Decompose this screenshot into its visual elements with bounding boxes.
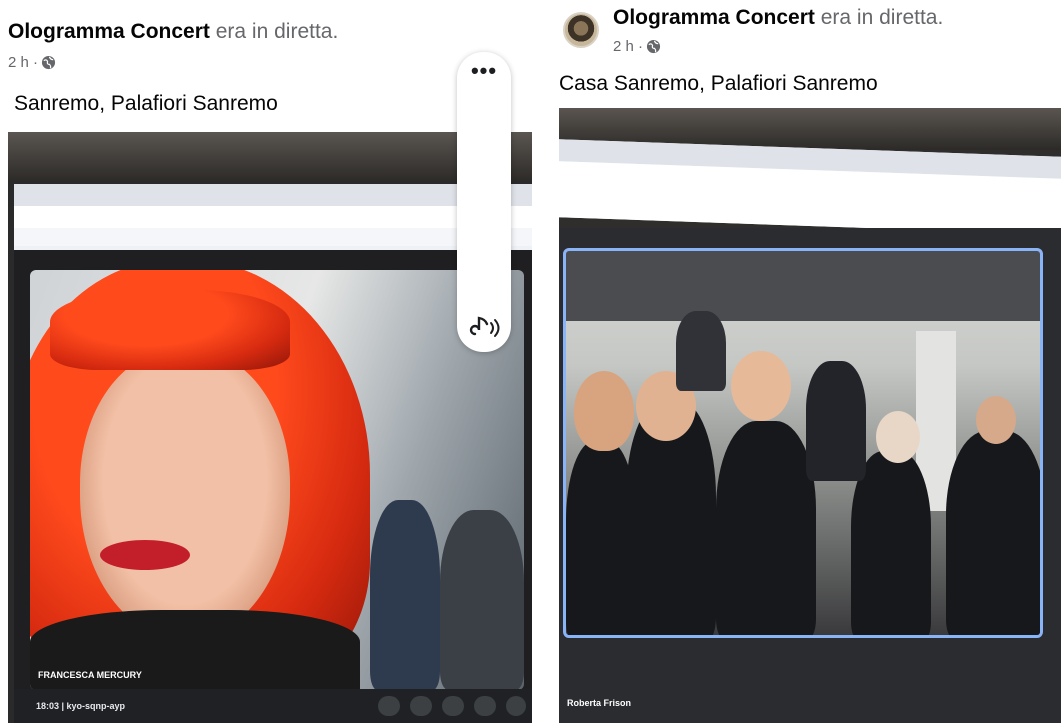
crowd-head [976, 396, 1016, 444]
crowd-person [946, 431, 1040, 635]
more-options-icon[interactable]: ••• [457, 60, 511, 90]
lips-shape [100, 540, 190, 570]
crowd-person [566, 441, 636, 635]
browser-window [14, 184, 532, 250]
meeting-info: 18:03 | kyo-sqnp-ayp [36, 701, 126, 711]
meet-control-bar: 18:03 | kyo-sqnp-ayp [14, 689, 532, 723]
meet-window: Roberta Frison [559, 228, 1061, 723]
post-meta: 2 h · [8, 54, 56, 71]
crowd-head [731, 351, 791, 421]
background-person [370, 500, 440, 690]
video-side-controls: ••• [457, 52, 511, 352]
live-post-left: Ologramma Concert era in diretta. 2 h · … [0, 0, 532, 723]
participant-name-label: Roberta Frison [567, 698, 632, 708]
mic-button[interactable] [378, 696, 400, 716]
public-globe-icon [646, 39, 661, 54]
page-avatar[interactable] [563, 12, 599, 48]
post-meta: 2 h · [613, 38, 661, 55]
public-globe-icon [41, 55, 56, 70]
meet-window: FRANCESCA MERCURY 18:03 | kyo-sqnp-ayp [14, 250, 532, 723]
more-options-button[interactable] [506, 696, 526, 716]
bangs-shape [50, 290, 290, 370]
live-status-text: era in diretta. [820, 6, 944, 29]
post-location[interactable]: Casa Sanremo, Palafiori Sanremo [559, 72, 878, 96]
video-frame[interactable]: FRANCESCA MERCURY 18:03 | kyo-sqnp-ayp [8, 132, 532, 723]
page-name-link[interactable]: Ologramma Concert [8, 20, 210, 43]
background-person [440, 510, 524, 690]
post-header: Ologramma Concert era in diretta. [8, 20, 338, 44]
browser-window [559, 139, 1061, 235]
post-header: Ologramma Concert era in diretta. [613, 6, 943, 30]
camera-button[interactable] [410, 696, 432, 716]
sound-toggle-icon[interactable] [457, 312, 511, 342]
live-status-text: era in diretta. [215, 20, 339, 43]
crowd-head [876, 411, 920, 463]
participant-tile[interactable]: FRANCESCA MERCURY [30, 270, 524, 690]
crowd-head [574, 371, 634, 451]
browser-bookmarks-bar [14, 228, 532, 246]
page-name-link[interactable]: Ologramma Concert [613, 6, 815, 29]
panel-gap [532, 0, 555, 723]
live-post-right: Ologramma Concert era in diretta. 2 h · … [555, 0, 1061, 723]
crowd-person [676, 311, 726, 391]
tile-top-shade [566, 251, 1040, 321]
participant-name-label: FRANCESCA MERCURY [38, 670, 142, 680]
browser-address-bar [14, 206, 532, 228]
crowd-person [716, 421, 816, 635]
video-frame[interactable]: Roberta Frison [559, 108, 1061, 723]
face-shape [80, 350, 290, 640]
participant-tile[interactable] [563, 248, 1043, 638]
post-location[interactable]: Sanremo, Palafiori Sanremo [14, 92, 278, 116]
captions-button[interactable] [442, 696, 464, 716]
screenshot-stage: Ologramma Concert era in diretta. 2 h · … [0, 0, 1061, 723]
post-time[interactable]: 2 h · [613, 38, 643, 55]
crowd-person [806, 361, 866, 481]
laptop-bezel [8, 132, 532, 182]
post-time[interactable]: 2 h · [8, 54, 38, 71]
present-button[interactable] [474, 696, 496, 716]
browser-tab-strip [14, 184, 532, 206]
